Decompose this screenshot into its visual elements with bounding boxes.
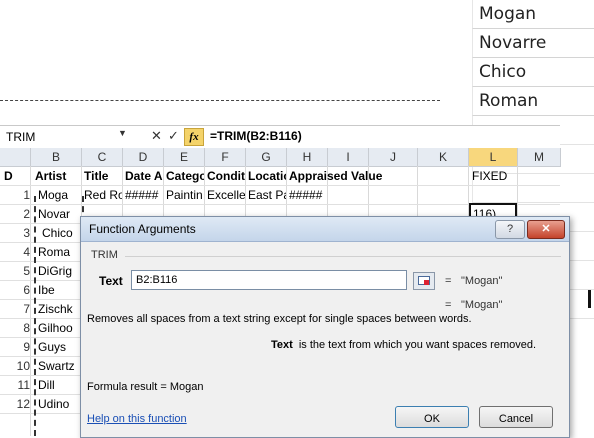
- cell-appraised[interactable]: #####: [289, 188, 327, 202]
- cell-appraised-header[interactable]: Appraised Value: [289, 169, 417, 183]
- row-number[interactable]: 10: [0, 359, 30, 373]
- cancel-icon[interactable]: ✕: [151, 128, 162, 144]
- formula-result-value: Mogan: [169, 381, 204, 393]
- column-header-g[interactable]: G: [246, 148, 287, 167]
- copy-marquee: [34, 196, 84, 436]
- column-header-c[interactable]: C: [82, 148, 123, 167]
- cell-a-header[interactable]: D: [4, 169, 28, 183]
- zoom-cell[interactable]: Novarre: [472, 29, 594, 58]
- row-number[interactable]: 4: [0, 245, 30, 259]
- column-header-b[interactable]: B: [31, 148, 82, 167]
- name-box[interactable]: TRIM: [6, 129, 116, 145]
- cell-title[interactable]: Red Ro: [84, 188, 122, 202]
- row-number[interactable]: 12: [0, 397, 30, 411]
- cell-location[interactable]: East Pa: [248, 188, 286, 202]
- cell-location-header[interactable]: Locatio: [248, 169, 286, 183]
- ok-button[interactable]: OK: [395, 406, 469, 428]
- column-header-f[interactable]: F: [205, 148, 246, 167]
- row-number[interactable]: 11: [0, 378, 30, 392]
- zoom-cell[interactable]: Mogan: [472, 0, 594, 29]
- function-result-preview: "Mogan": [461, 299, 503, 311]
- cell-title-header[interactable]: Title: [84, 169, 122, 183]
- copy-marquee-edge: [0, 100, 440, 101]
- column-header-j[interactable]: J: [369, 148, 418, 167]
- formula-input[interactable]: =TRIM(B2:B116): [210, 129, 302, 143]
- cell-category[interactable]: Paintin: [166, 188, 204, 202]
- dialog-title-bar[interactable]: Function Arguments ? ✕: [81, 217, 569, 242]
- formula-result: Formula result = Mogan: [87, 381, 203, 393]
- argument-value-preview: "Mogan": [461, 275, 503, 287]
- column-header-m[interactable]: M: [518, 148, 561, 167]
- function-group-label: TRIM: [91, 249, 118, 261]
- column-header-d[interactable]: D: [123, 148, 164, 167]
- result-equals: =: [445, 299, 452, 311]
- argument-description-label: Text: [271, 339, 293, 351]
- text-argument-label: Text: [99, 274, 123, 288]
- help-icon[interactable]: ?: [495, 220, 525, 239]
- help-on-function-link[interactable]: Help on this function: [87, 413, 187, 425]
- cell-condition[interactable]: Excelle: [207, 188, 245, 202]
- row-number[interactable]: 2: [0, 207, 30, 221]
- function-arguments-dialog: Function Arguments ? ✕ TRIM Text = "Moga…: [80, 216, 570, 438]
- cell-fixed-header[interactable]: FIXED: [472, 169, 516, 183]
- collapse-dialog-icon[interactable]: [413, 272, 435, 290]
- enter-icon[interactable]: ✓: [168, 128, 179, 144]
- argument-description: Text is the text from which you want spac…: [271, 339, 536, 351]
- column-header-h[interactable]: H: [287, 148, 328, 167]
- close-icon[interactable]: ✕: [527, 220, 565, 239]
- corner-header[interactable]: [0, 148, 31, 167]
- row-number[interactable]: 9: [0, 340, 30, 354]
- insert-function-icon[interactable]: fx: [184, 128, 204, 146]
- cell-category-header[interactable]: Catego: [166, 169, 204, 183]
- column-header-e[interactable]: E: [164, 148, 205, 167]
- column-header-i[interactable]: I: [328, 148, 369, 167]
- row-number[interactable]: 8: [0, 321, 30, 335]
- cancel-button[interactable]: Cancel: [479, 406, 553, 428]
- chevron-down-icon[interactable]: ▼: [118, 128, 127, 138]
- cell-date[interactable]: #####: [125, 188, 163, 202]
- row-number[interactable]: 1: [0, 188, 30, 202]
- formula-result-label: Formula result =: [87, 381, 167, 393]
- column-header-l[interactable]: L: [469, 148, 518, 167]
- row-number[interactable]: 5: [0, 264, 30, 278]
- gridline: [30, 166, 31, 436]
- column-header-k[interactable]: K: [418, 148, 469, 167]
- formula-bar: TRIM ▼ ✕ ✓ fx =TRIM(B2:B116): [0, 125, 560, 149]
- argument-equals: =: [445, 275, 452, 287]
- cell-date-header[interactable]: Date A: [125, 169, 163, 183]
- cell-condition-header[interactable]: Condit: [207, 169, 245, 183]
- row-number[interactable]: 7: [0, 302, 30, 316]
- selection-edge: [588, 290, 591, 308]
- row-number[interactable]: 3: [0, 226, 30, 240]
- zoom-cell[interactable]: Roman: [472, 87, 594, 116]
- row-number[interactable]: 6: [0, 283, 30, 297]
- argument-description-text: is the text from which you want spaces r…: [298, 339, 537, 351]
- function-description: Removes all spaces from a text string ex…: [87, 313, 472, 325]
- zoom-cell[interactable]: Chico: [472, 58, 594, 87]
- gridline: [0, 185, 560, 186]
- cell-artist-header[interactable]: Artist: [35, 169, 81, 183]
- text-argument-input[interactable]: [131, 270, 407, 290]
- dialog-title: Function Arguments: [89, 222, 196, 236]
- zoomed-column: Mogan Novarre Chico Roman: [472, 0, 594, 116]
- group-divider: [125, 256, 561, 257]
